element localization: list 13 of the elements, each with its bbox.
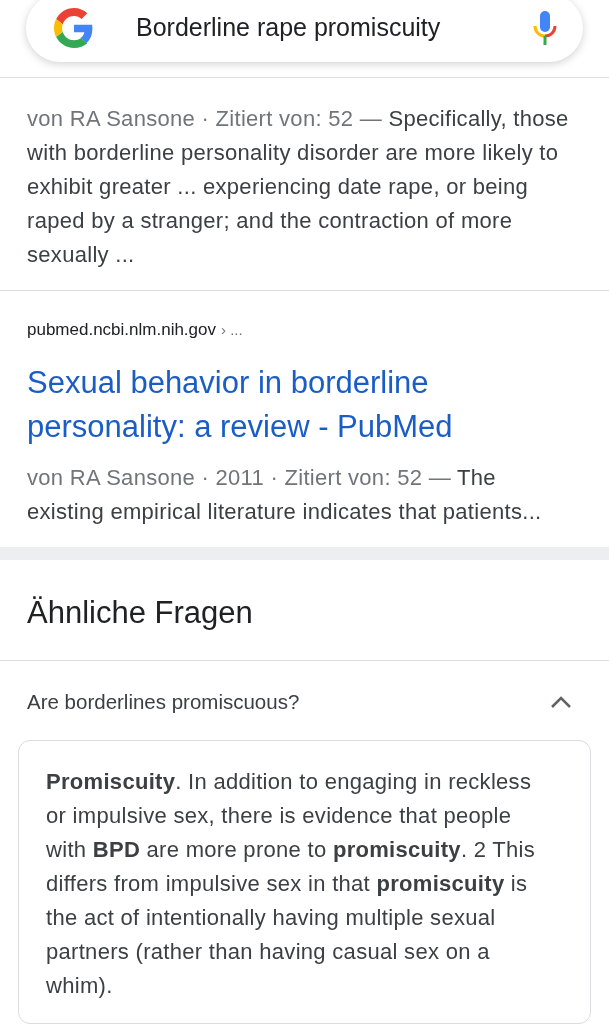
result-snippet: von RA Sansone · Zitiert von: 52 — Specifically, those with borderline personality disorder are more likely to exhibit greater ... experiencing date rape, or being raped by a stranger; and the contraction of more sexually ...	[27, 105, 570, 269]
result-title-link[interactable]: Sexual behavior in borderline personality: a review - PubMed	[27, 360, 527, 449]
breadcrumb: › ...	[221, 319, 243, 340]
microphone-icon[interactable]	[533, 11, 557, 45]
result-url: pubmed.ncbi.nlm.nih.gov	[27, 319, 216, 341]
chevron-icon[interactable]	[550, 695, 572, 710]
section-heading: Ähnliche Fragen	[0, 559, 609, 661]
search-bar[interactable]: Borderline rape promiscuity	[26, 0, 583, 62]
search-query[interactable]: Borderline rape promiscuity	[136, 9, 533, 47]
question-text[interactable]: Are borderlines promiscuous?	[27, 687, 300, 718]
answer-text: Promiscuity. In addition to engaging in reckless or impulsive sex, there is evidence that people with BPD are more prone to promiscuity. 2 This differs from impulsive sex in that promiscuity is the act of intentionally having multiple sexual partners (rather than having casual sex on a whim).	[46, 767, 537, 1000]
g-logo-icon	[54, 8, 94, 48]
result-snippet: von RA Sansone · 2011 · Zitiert von: 52 — The existing empirical literature indicates that patients...	[27, 463, 543, 526]
